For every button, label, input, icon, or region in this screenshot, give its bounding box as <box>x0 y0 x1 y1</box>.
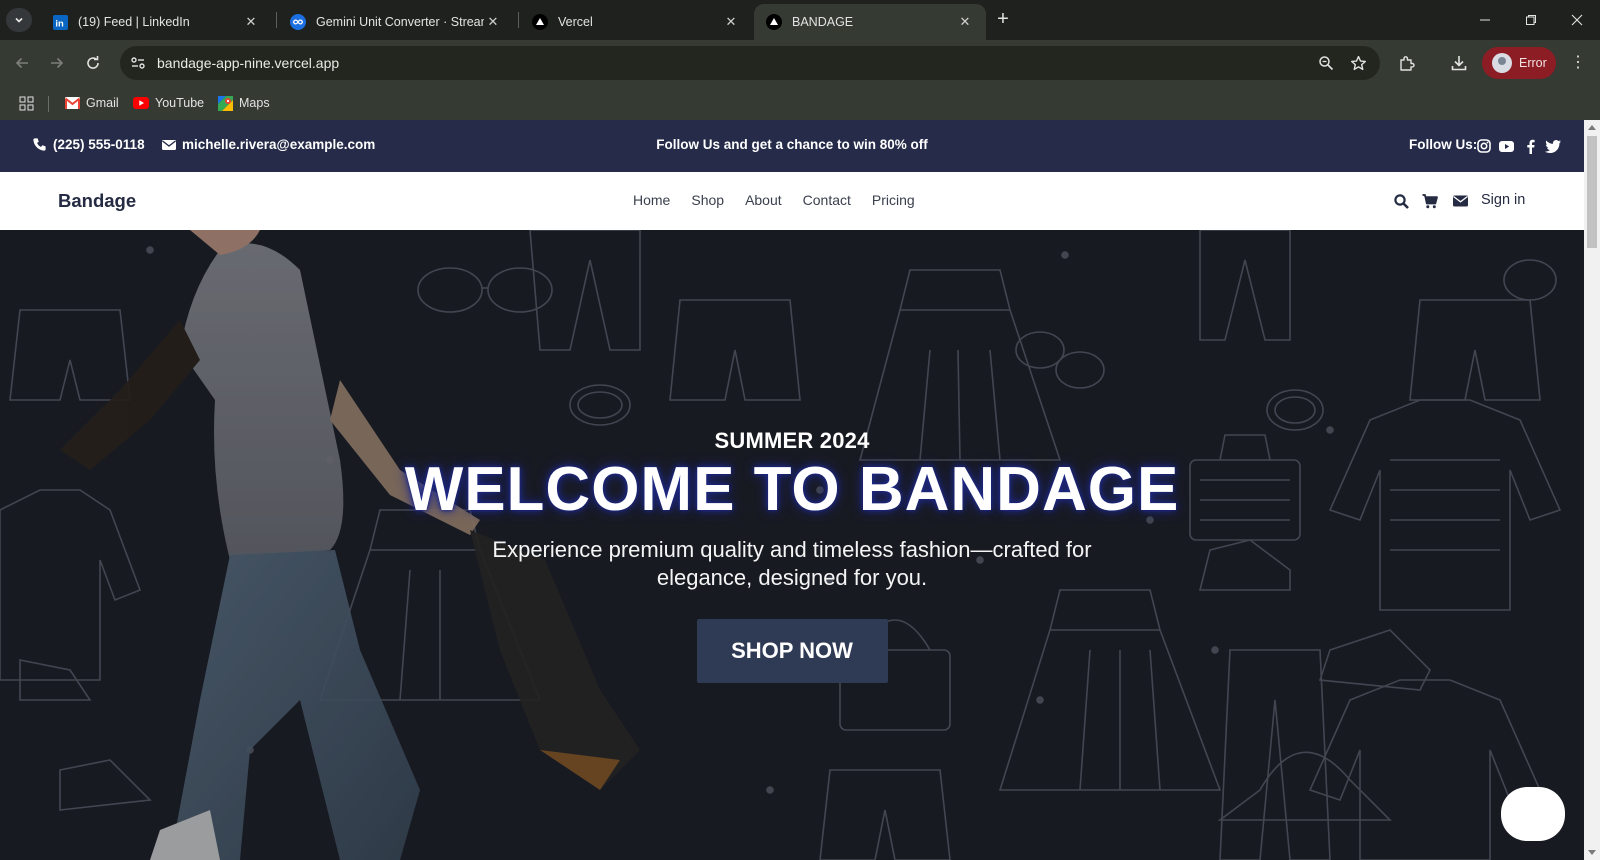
nav-links: Home Shop About Contact Pricing <box>633 192 915 208</box>
browser-toolbar: bandage-app-nine.vercel.app Error ⋮ <box>0 40 1600 86</box>
hero-title: WELCOME TO BANDAGE <box>404 455 1180 524</box>
bookmark-label: YouTube <box>155 96 205 110</box>
forward-button[interactable] <box>45 51 69 75</box>
chevron-down-icon <box>15 17 23 23</box>
bookmark-label: Maps <box>239 96 270 110</box>
maps-icon <box>217 95 233 111</box>
bookmark-youtube[interactable]: YouTube <box>133 94 204 112</box>
chat-widget-button[interactable] <box>1501 787 1565 841</box>
tab-title: (19) Feed | LinkedIn <box>78 15 190 29</box>
promo-text: Follow Us and get a chance to win 80% of… <box>656 137 928 152</box>
tab-search-button[interactable] <box>6 8 32 32</box>
vercel-icon <box>766 14 782 30</box>
bookmark-separator <box>48 96 49 112</box>
tab-linkedin[interactable]: in (19) Feed | LinkedIn ✕ <box>40 4 272 40</box>
close-tab-icon[interactable]: ✕ <box>956 13 974 31</box>
twitter-icon[interactable] <box>1544 137 1562 155</box>
streamlit-icon <box>290 14 306 30</box>
new-tab-button[interactable]: + <box>992 9 1014 31</box>
minimize-icon <box>1480 19 1490 21</box>
reload-icon <box>87 56 99 69</box>
back-button[interactable] <box>10 51 34 75</box>
tab-title: BANDAGE <box>792 15 854 29</box>
scrollbar-thumb[interactable] <box>1587 136 1597 248</box>
tab-separator <box>276 12 277 28</box>
url-text: bandage-app-nine.vercel.app <box>157 55 340 71</box>
tab-separator <box>518 12 519 28</box>
hero-content: SUMMER 2024 WELCOME TO BANDAGE Experienc… <box>0 428 1584 683</box>
linkedin-icon: in <box>52 14 68 30</box>
mail-icon[interactable] <box>1451 192 1469 210</box>
apps-button[interactable] <box>18 94 40 112</box>
main-navbar: Bandage Home Shop About Contact Pricing … <box>0 172 1584 230</box>
tab-title: Vercel <box>558 15 593 29</box>
reload-button[interactable] <box>81 51 105 75</box>
close-tab-icon[interactable]: ✕ <box>722 13 740 31</box>
tab-streamlit[interactable]: Gemini Unit Converter · Streamlit ✕ <box>278 4 514 40</box>
restore-button[interactable] <box>1508 0 1554 40</box>
restore-icon <box>1526 15 1536 25</box>
bookmark-maps[interactable]: Maps <box>217 94 270 112</box>
apps-grid-icon <box>18 95 34 111</box>
vercel-icon <box>532 14 548 30</box>
minimize-button[interactable] <box>1462 0 1508 40</box>
hero-banner: SUMMER 2024 WELCOME TO BANDAGE Experienc… <box>0 230 1584 860</box>
bookmark-label: Gmail <box>86 96 119 110</box>
follow-us-label: Follow Us: <box>1409 137 1478 152</box>
profile-status-label: Error <box>1519 56 1547 70</box>
download-icon[interactable] <box>1448 52 1470 74</box>
close-tab-icon[interactable]: ✕ <box>484 13 502 31</box>
gmail-icon <box>64 95 80 111</box>
tab-strip: in (19) Feed | LinkedIn ✕ Gemini Unit Co… <box>0 0 1600 40</box>
shop-now-button[interactable]: SHOP NOW <box>696 619 888 683</box>
hero-subtitle: SUMMER 2024 <box>714 428 870 453</box>
nav-link-shop[interactable]: Shop <box>691 192 724 208</box>
contact-topbar: (225) 555-0118 michelle.rivera@example.c… <box>0 120 1584 172</box>
search-icon[interactable] <box>1392 192 1410 210</box>
nav-link-about[interactable]: About <box>745 192 782 208</box>
avatar <box>1492 53 1512 73</box>
profile-button[interactable]: Error <box>1482 47 1556 79</box>
bookmark-star-icon[interactable] <box>1348 53 1368 73</box>
site-info-icon[interactable] <box>128 53 148 73</box>
close-tab-icon[interactable]: ✕ <box>242 13 260 31</box>
hero-description: Experience premium quality and timeless … <box>492 537 1092 590</box>
site-logo[interactable]: Bandage <box>58 190 136 212</box>
address-bar[interactable]: bandage-app-nine.vercel.app <box>120 46 1380 80</box>
extensions-icon[interactable] <box>1396 52 1418 74</box>
cart-icon[interactable] <box>1421 192 1439 210</box>
close-icon <box>1571 14 1583 26</box>
instagram-icon[interactable] <box>1475 137 1493 155</box>
arrow-left-icon <box>15 57 28 69</box>
page-scrollbar[interactable] <box>1584 120 1600 860</box>
youtube-icon[interactable] <box>1497 137 1515 155</box>
svg-text:in: in <box>55 18 64 28</box>
sign-in-link[interactable]: Sign in <box>1481 192 1525 208</box>
scroll-up-icon[interactable] <box>1588 125 1596 130</box>
bookmarks-bar: Gmail YouTube Maps <box>0 86 1600 120</box>
tab-title: Gemini Unit Converter · Streamlit <box>316 15 484 29</box>
tab-vercel[interactable]: Vercel ✕ <box>520 4 752 40</box>
menu-kebab-icon[interactable]: ⋮ <box>1568 52 1588 74</box>
zoom-icon[interactable] <box>1316 53 1336 73</box>
page-viewport: (225) 555-0118 michelle.rivera@example.c… <box>0 120 1600 860</box>
facebook-icon[interactable] <box>1521 137 1539 155</box>
nav-link-home[interactable]: Home <box>633 192 670 208</box>
close-window-button[interactable] <box>1554 0 1600 40</box>
bookmark-gmail[interactable]: Gmail <box>64 94 119 112</box>
scroll-down-icon[interactable] <box>1588 850 1596 855</box>
tab-bandage[interactable]: BANDAGE ✕ <box>754 4 986 40</box>
youtube-icon <box>133 95 149 111</box>
nav-link-pricing[interactable]: Pricing <box>872 192 915 208</box>
arrow-right-icon <box>51 57 64 69</box>
nav-link-contact[interactable]: Contact <box>803 192 851 208</box>
